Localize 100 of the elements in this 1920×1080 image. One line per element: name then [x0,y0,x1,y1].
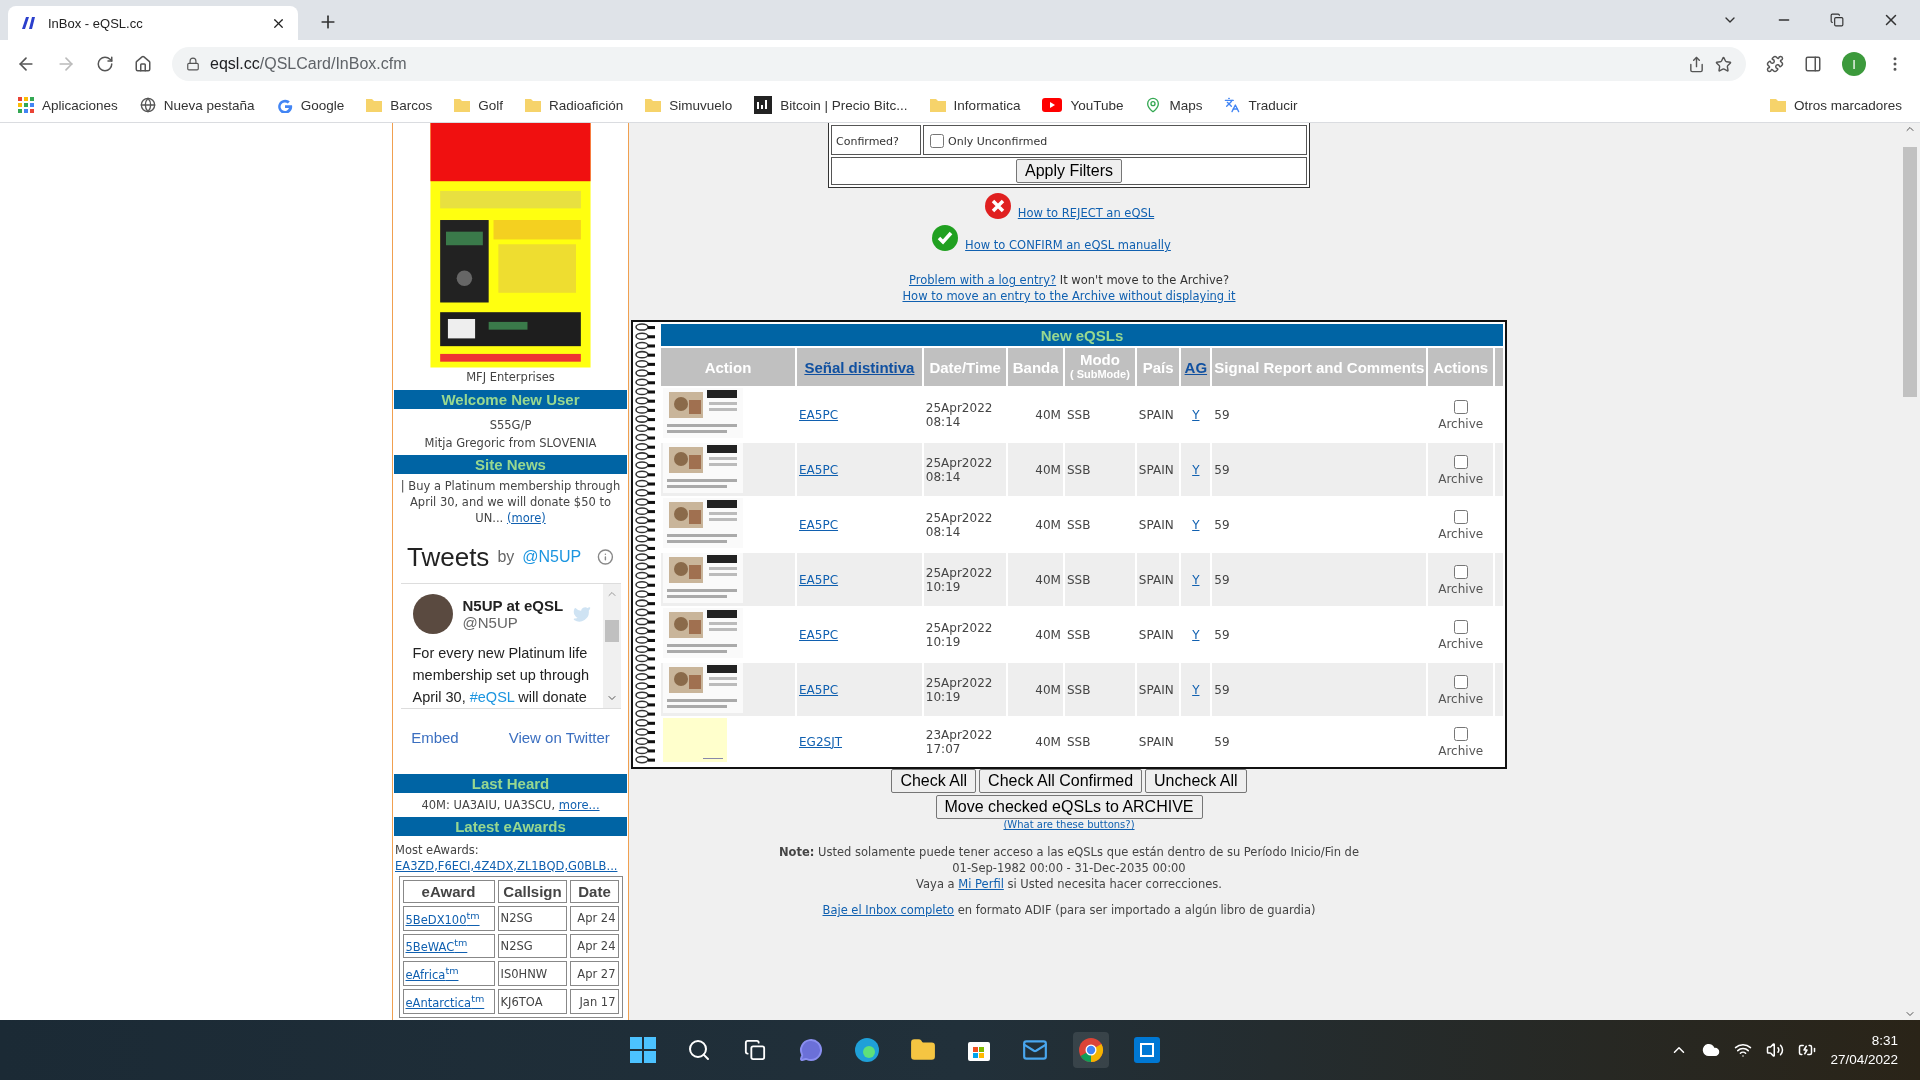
bookmark-item[interactable]: Otros marcadores [1769,97,1902,113]
bookmark-item[interactable]: Golf [454,97,503,113]
restore-icon[interactable] [1830,13,1844,27]
archive-label: Archive [1437,527,1485,541]
lock-icon [186,57,200,71]
scroll-thumb[interactable] [604,619,619,642]
folder-icon [524,98,541,112]
view-on-twitter-link[interactable]: View on Twitter [508,728,610,746]
ag-link[interactable]: Y [1192,462,1200,477]
table-cell: 25Apr2022 08:14 [923,443,1007,496]
ag-link[interactable]: Y [1192,517,1200,532]
archive-checkbox[interactable] [1453,727,1468,741]
ag-link[interactable]: Y [1192,572,1200,587]
home-icon[interactable] [134,55,152,73]
bookmark-item[interactable]: Google [276,97,345,113]
sort-link[interactable]: Señal distintiva [804,358,915,376]
table-cell: Confirmed? [831,125,921,155]
account-handle: @N5UP [462,613,519,631]
callsign-link[interactable]: EG2SJT [799,734,842,749]
callsign-link[interactable]: EA5PC [799,462,839,477]
download-link[interactable]: Baje el Inbox completo [822,903,955,917]
callsign-link[interactable]: EA5PC [799,572,839,587]
award-link[interactable]: eAfrica$^{tm}$ [405,968,459,983]
chrome-icon[interactable] [1073,1032,1110,1068]
bookmark-item[interactable]: Aplicaciones [18,97,118,113]
archive-checkbox[interactable] [1453,675,1468,689]
reject-help-link[interactable]: How to REJECT an eQSL [1017,206,1155,220]
archive-help-link[interactable]: How to move an entry to the Archive without displaying it [902,288,1236,304]
action-button[interactable]: Uncheck All [1145,769,1247,793]
column-header: Callsign [497,879,568,903]
eawards-list-link[interactable]: EA3ZD,F6ECI,4Z4DX,ZL1BQD,G0BLB... [395,858,618,873]
ag-link[interactable]: Y [1192,682,1200,697]
browser-tab[interactable]: InBox - eQSL.cc [8,6,298,40]
bookmark-item[interactable]: Informatica [929,97,1021,113]
wifi-icon[interactable] [1734,1041,1753,1059]
bookmark-item[interactable]: Bitcoin | Precio Bitc... [754,96,908,114]
folder-icon [366,98,383,112]
info-icon[interactable] [597,548,614,566]
folder-icon [645,98,662,112]
archive-checkbox[interactable] [1453,620,1468,634]
callsign-link[interactable]: EA5PC [799,682,839,697]
column-header[interactable]: AG [1181,348,1211,386]
bookmark-item[interactable]: Nueva pestaña [139,97,255,113]
buttons-help-link[interactable]: (What are these buttons?) [1003,819,1135,830]
scrollbar[interactable] [1900,123,1920,1020]
callsign-link[interactable]: EA5PC [799,407,839,422]
archive-checkbox[interactable] [1453,510,1468,524]
bookmark-star-icon[interactable] [1715,55,1732,73]
check-icon [931,224,960,252]
problem-link[interactable]: Problem with a log entry? [909,273,1057,287]
award-link[interactable]: 5BeDX100$^{tm}$ [405,912,480,927]
bookmark-item[interactable]: Simuvuelo [645,97,733,113]
checkbox[interactable] [930,134,944,148]
callsign-link[interactable]: EA5PC [799,517,839,532]
archive-checkbox[interactable] [1453,565,1468,579]
reload-icon[interactable] [96,55,114,73]
volume-icon[interactable] [1766,1041,1785,1059]
archive-checkbox[interactable] [1453,455,1468,469]
column-header[interactable]: Señal distintiva [797,348,922,386]
bookmark-item[interactable]: Barcos [366,97,433,113]
ag-link[interactable]: Y [1192,407,1200,422]
embed-link[interactable]: Embed [411,728,459,746]
scrollbar[interactable] [602,583,621,708]
archive-label: Archive [1437,582,1485,596]
table-cell: 25Apr2022 10:19 [923,663,1007,716]
ag-link[interactable]: Y [1192,627,1200,642]
extensions-icon[interactable] [1766,55,1784,73]
profile-link[interactable]: Mi Perfil [958,877,1004,891]
award-link[interactable]: eAntarctica$^{tm}$ [405,996,485,1010]
profile-avatar[interactable]: I [1842,52,1866,76]
bookmark-item[interactable]: Radioafición [524,97,624,113]
clock[interactable]: 8:31 27/04/2022 [1830,1031,1898,1069]
more-link[interactable]: more... [558,797,600,812]
archive-label: Archive [1437,692,1485,706]
callsign-link[interactable]: EA5PC [799,627,839,642]
more-link[interactable]: (more) [506,510,546,525]
address-bar[interactable]: eqsl.cc/QSLCard/InBox.cfm [172,47,1746,81]
table-cell: Apr 24 [570,905,619,931]
sort-link[interactable]: AG [1184,358,1208,376]
tweets-by-text: by [497,548,515,566]
account-name: N5UP at eQSL [462,596,564,614]
new-user-name: Mitja Gregoric from SLOVENIA [423,434,598,452]
scroll-thumb[interactable] [1903,146,1917,397]
bookmark-item[interactable]: Traducir [1224,97,1298,113]
confirm-help-link[interactable]: How to CONFIRM an eQSL manually [965,238,1171,252]
bookmark-item[interactable]: YouTube [1042,97,1124,113]
apply-filters-button[interactable]: Apply Filters [1016,159,1122,183]
action-button[interactable]: Check All Confirmed [979,769,1143,793]
cloud-icon[interactable] [1702,1041,1721,1059]
folder-icon [929,98,946,112]
side-panel-icon[interactable] [1804,55,1822,73]
folder-icon [454,98,471,112]
award-link[interactable]: 5BeWAC$^{tm}$ [405,940,468,955]
ad-caption: MFJ Enterprises [466,369,555,384]
action-button[interactable]: Check All [891,769,977,793]
share-icon[interactable] [1688,55,1705,73]
move-to-archive-button[interactable]: Move checked eQSLs to ARCHIVE [935,795,1203,819]
archive-checkbox[interactable] [1453,400,1468,414]
bookmark-item[interactable]: Maps [1145,97,1203,113]
play-icon [1042,98,1063,112]
